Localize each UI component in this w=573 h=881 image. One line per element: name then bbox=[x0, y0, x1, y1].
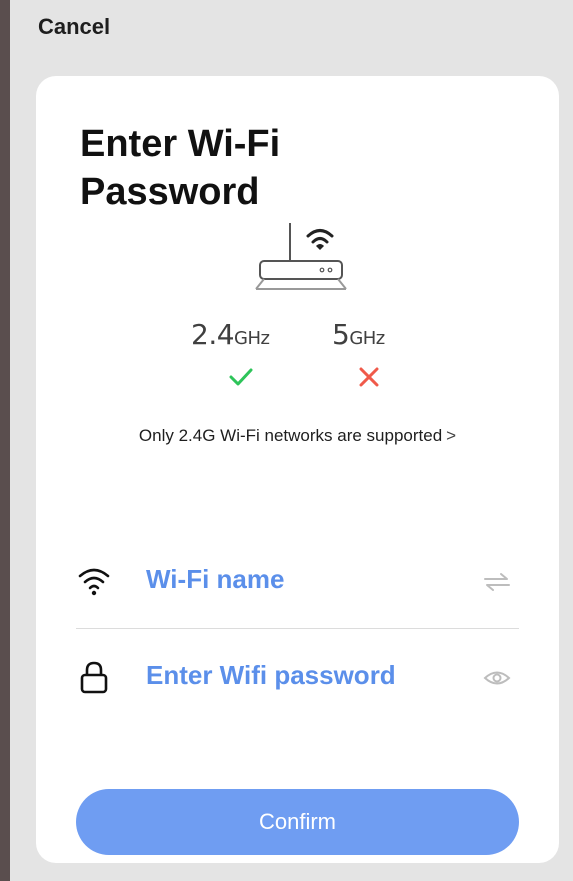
eye-icon[interactable] bbox=[483, 666, 511, 690]
wifi-password-placeholder: Enter Wifi password bbox=[146, 660, 396, 690]
check-icon bbox=[229, 368, 253, 386]
wifi-password-field[interactable]: Enter Wifi password bbox=[76, 648, 519, 708]
frequency-5ghz: 5GHz bbox=[332, 318, 385, 351]
frequency-2-4ghz: 2.4GHz bbox=[191, 318, 270, 351]
support-text: Only 2.4G Wi-Fi networks are supported bbox=[138, 426, 443, 445]
swap-icon[interactable] bbox=[483, 570, 511, 594]
frequency-value: 2.4 bbox=[191, 318, 235, 351]
title-line-1: Enter Wi-Fi bbox=[80, 123, 281, 165]
cross-icon bbox=[359, 367, 379, 387]
confirm-button[interactable]: Confirm bbox=[76, 789, 519, 855]
supported-networks-link[interactable]: Only 2.4G Wi-Fi networks are supported > bbox=[36, 426, 559, 446]
frequency-unit: GHz bbox=[349, 328, 385, 349]
wifi-icon bbox=[78, 568, 110, 596]
wifi-name-placeholder: Wi-Fi name bbox=[146, 564, 285, 594]
lock-icon bbox=[80, 661, 108, 694]
wifi-password-card: Enter Wi-Fi Password 2.4GHz 5GHz Only 2.… bbox=[36, 76, 559, 863]
cancel-button[interactable]: Cancel bbox=[38, 14, 110, 40]
frequency-unit: GHz bbox=[234, 328, 270, 349]
frequency-row: 2.4GHz 5GHz bbox=[36, 318, 559, 358]
title-line-2: Password bbox=[80, 171, 260, 213]
wifi-name-field[interactable]: Wi-Fi name bbox=[76, 552, 519, 612]
chevron-right-icon: > bbox=[446, 426, 457, 445]
page-title: Enter Wi-Fi Password bbox=[80, 120, 280, 216]
field-divider bbox=[76, 628, 519, 629]
app-screen: Cancel Enter Wi-Fi Password 2.4GHz 5GHz … bbox=[10, 0, 573, 881]
frequency-value: 5 bbox=[332, 318, 350, 351]
router-icon bbox=[255, 223, 347, 290]
